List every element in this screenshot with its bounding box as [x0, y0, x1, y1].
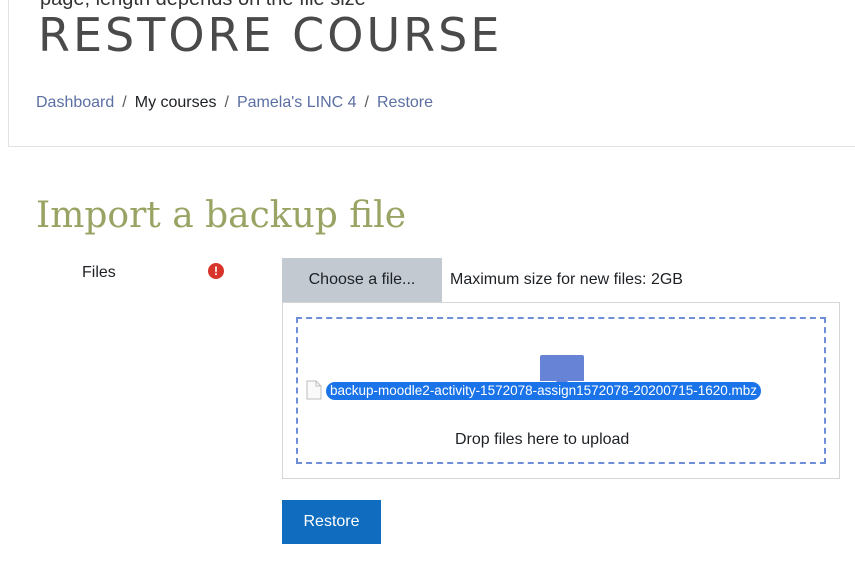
files-label: Files	[82, 264, 116, 281]
file-icon	[306, 380, 322, 400]
upload-arrow-icon	[540, 355, 584, 389]
breadcrumb: Dashboard / My courses / Pamela's LINC 4…	[36, 94, 433, 112]
max-file-size-text: Maximum size for new files: 2GB	[450, 271, 683, 288]
breadcrumb-separator: /	[224, 94, 229, 111]
breadcrumb-dashboard[interactable]: Dashboard	[36, 94, 114, 112]
breadcrumb-separator: /	[122, 94, 127, 111]
breadcrumb-restore[interactable]: Restore	[377, 94, 433, 112]
dragged-file-name[interactable]: backup-moodle2-activity-1572078-assign15…	[326, 382, 762, 400]
choose-file-button[interactable]: Choose a file...	[282, 258, 442, 302]
breadcrumb-separator: /	[364, 94, 369, 111]
page-title: RESTORE COURSE	[38, 8, 503, 62]
breadcrumb-my-courses: My courses	[134, 94, 217, 111]
breadcrumb-course[interactable]: Pamela's LINC 4	[237, 94, 357, 112]
drop-files-text: Drop files here to upload	[455, 431, 630, 448]
restore-button[interactable]: Restore	[282, 500, 381, 544]
import-heading: Import a backup file	[36, 195, 407, 236]
exclamation-circle-icon: !	[208, 263, 224, 279]
